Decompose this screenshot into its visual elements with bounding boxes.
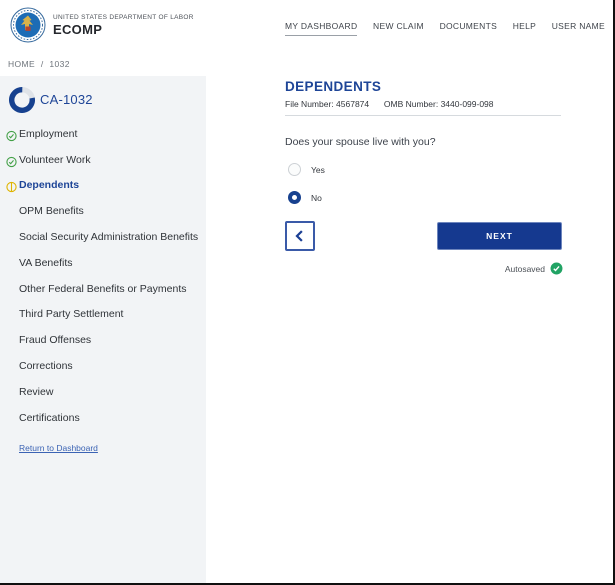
file-number-value: 4567874 [336,99,370,109]
form-title: CA-1032 [40,92,93,107]
sidebar-item-other-federal-benefits[interactable]: Other Federal Benefits or Payments [0,276,206,302]
sidebar-item-label: Dependents [19,179,80,192]
check-circle-icon [6,154,17,167]
sidebar-item-corrections[interactable]: Corrections [0,353,206,379]
omb-number-label: OMB Number: [383,99,439,109]
sidebar-item-label: Third Party Settlement [19,308,124,321]
sidebar-item-employment[interactable]: Employment [0,121,206,147]
nav-user-name[interactable]: USER NAME [552,21,605,35]
sidebar-item-third-party-settlement[interactable]: Third Party Settlement [0,302,206,328]
sidebar-item-volunteer-work[interactable]: Volunteer Work [0,147,206,173]
nav-documents[interactable]: DOCUMENTS [440,21,497,35]
nav-my-dashboard[interactable]: MY DASHBOARD [285,21,358,36]
sidebar-item-label: Other Federal Benefits or Payments [19,282,187,295]
agency-name: UNITED STATES DEPARTMENT OF LABOR [53,14,194,21]
sidebar-item-label: VA Benefits [19,256,73,269]
radio-no-label: No [311,192,322,203]
nav-new-claim[interactable]: NEW CLAIM [373,21,424,35]
question-text: Does your spouse live with you? [285,136,436,148]
sidebar-item-label: Employment [19,127,78,140]
radio-yes[interactable] [288,163,301,176]
breadcrumb-home[interactable]: HOME [8,59,35,69]
form-sidebar: CA-1032 Employment Volunteer Work Depend… [0,76,206,583]
sidebar-item-label: Fraud Offenses [19,334,92,347]
sidebar-item-va-benefits[interactable]: VA Benefits [0,250,206,276]
autosaved-check-icon [550,262,563,275]
radio-option-no[interactable]: No [288,191,322,204]
radio-yes-label: Yes [311,164,325,175]
sidebar-item-label: OPM Benefits [19,205,84,218]
progress-ring [8,87,35,113]
breadcrumb: HOME / 1032 [8,59,73,69]
sidebar-item-label: Social Security Administration Benefits [19,231,199,244]
sidebar-item-label: Corrections [19,360,73,373]
breadcrumb-separator: / [40,59,44,69]
file-number-label: File Number: [285,99,334,109]
form-section-list: Employment Volunteer Work Dependents OPM… [0,121,206,431]
top-navigation: MY DASHBOARD NEW CLAIM DOCUMENTS HELP US… [285,21,605,36]
omb-number-value: 3440-099-098 [440,99,494,109]
sidebar-item-fraud-offenses[interactable]: Fraud Offenses [0,327,206,353]
agency-seal-logo [10,7,46,43]
sidebar-item-dependents[interactable]: Dependents [0,173,206,199]
chevron-left-icon [291,227,309,245]
sidebar-item-label: Volunteer Work [19,153,91,166]
check-circle-icon [6,128,17,142]
sidebar-item-review[interactable]: Review [0,379,206,405]
sidebar-item-certifications[interactable]: Certifications [0,405,206,431]
autosaved-label: Autosaved [504,263,545,274]
autosave-status: Autosaved [505,262,563,275]
sidebar-item-ssa-benefits[interactable]: Social Security Administration Benefits [0,224,206,250]
radio-no[interactable] [288,191,301,204]
ecomp-window: UNITED STATES DEPARTMENT OF LABOR ECOMP … [0,0,615,585]
return-to-dashboard-link[interactable]: Return to Dashboard [19,443,98,453]
breadcrumb-page: 1032 [49,59,70,69]
form-meta: File Number: 4567874 OMB Number: 3440-09… [285,99,494,109]
page-title: DEPENDENTS [285,79,382,94]
app-name: ECOMP [53,22,103,37]
radio-option-yes[interactable]: Yes [288,163,325,176]
next-button[interactable]: NEXT [437,222,562,250]
divider [285,115,561,116]
nav-help[interactable]: HELP [513,21,536,35]
sidebar-item-label: Review [19,385,54,398]
sidebar-item-opm-benefits[interactable]: OPM Benefits [0,198,206,224]
sidebar-item-label: Certifications [19,411,80,424]
in-progress-icon [6,180,17,193]
back-button[interactable] [285,221,315,251]
